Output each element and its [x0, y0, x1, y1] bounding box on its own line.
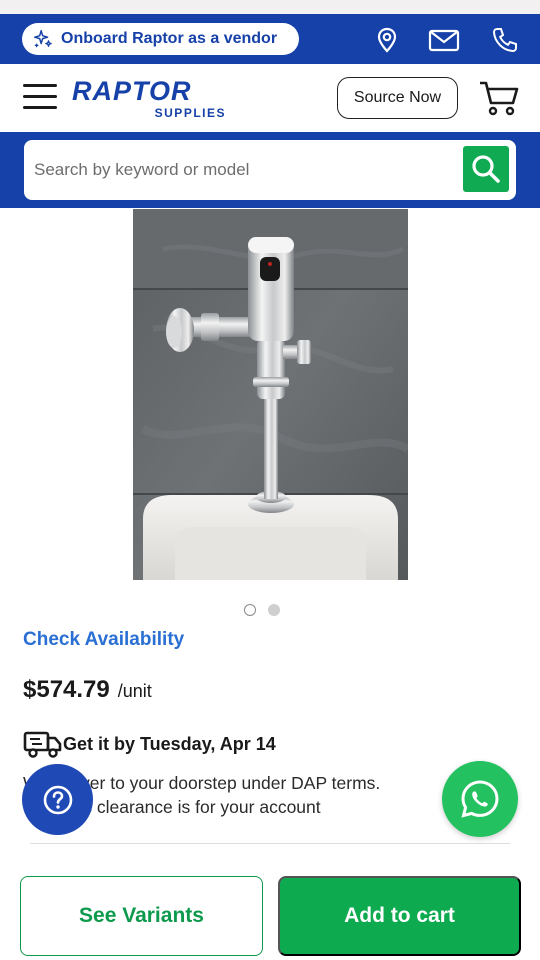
logo-wordmark: RAPTOR	[72, 76, 192, 106]
price-unit: /unit	[117, 681, 152, 701]
source-now-button[interactable]: Source Now	[337, 77, 458, 119]
location-pin-icon[interactable]	[373, 26, 401, 54]
help-button[interactable]	[22, 764, 93, 835]
search-icon	[472, 155, 500, 183]
see-variants-button[interactable]: See Variants	[20, 876, 263, 956]
search-bar	[0, 132, 540, 208]
gallery-dot-2[interactable]	[268, 604, 280, 616]
check-availability-link[interactable]: Check Availability	[23, 629, 184, 651]
flush-valve-product-image[interactable]	[133, 209, 408, 580]
delivery-estimate: Get it by Tuesday, Apr 14	[23, 729, 276, 759]
section-divider	[30, 843, 510, 844]
sparkle-icon	[34, 30, 52, 48]
onboard-vendor-button[interactable]: Onboard Raptor as a vendor	[22, 23, 299, 55]
product-price: $574.79	[23, 676, 110, 703]
search-button[interactable]	[463, 146, 509, 192]
product-photo	[133, 209, 408, 580]
delivery-truck-icon	[23, 731, 62, 758]
search-box	[24, 140, 516, 200]
logo-subtitle: SUPPLIES	[154, 106, 226, 120]
whatsapp-icon	[461, 780, 499, 818]
onboard-vendor-label: Onboard Raptor as a vendor	[61, 30, 278, 47]
status-strip	[0, 0, 540, 14]
cart-icon[interactable]	[478, 79, 520, 117]
add-to-cart-button[interactable]: Add to cart	[278, 876, 521, 956]
bottom-action-bar: See Variants Add to cart	[0, 860, 540, 960]
delivery-date: Get it by Tuesday, Apr 14	[63, 733, 276, 754]
hamburger-icon[interactable]	[22, 78, 58, 114]
site-header: RAPTOR SUPPLIES Source Now	[0, 64, 540, 132]
whatsapp-button[interactable]	[442, 761, 518, 837]
gallery-dots	[244, 604, 280, 616]
mail-icon[interactable]	[428, 26, 460, 54]
phone-icon[interactable]	[491, 26, 519, 54]
search-input[interactable]	[34, 152, 454, 188]
promo-bar: Onboard Raptor as a vendor	[0, 14, 540, 64]
gallery-dot-1[interactable]	[244, 604, 256, 616]
price-row: $574.79 /unit	[23, 676, 152, 704]
raptor-logo[interactable]: RAPTOR SUPPLIES	[72, 76, 232, 122]
question-icon	[43, 785, 72, 814]
